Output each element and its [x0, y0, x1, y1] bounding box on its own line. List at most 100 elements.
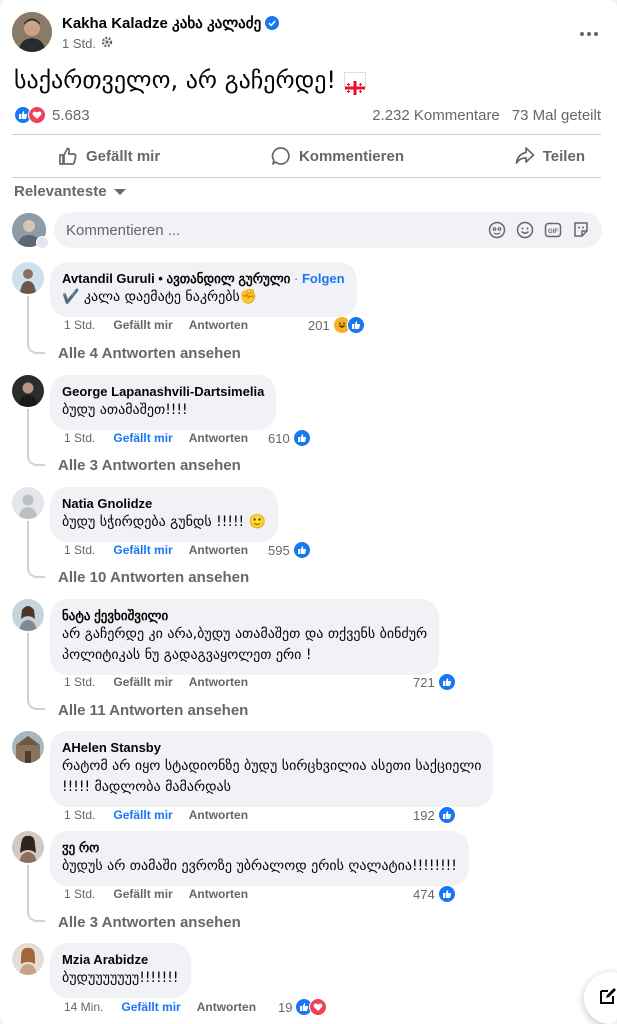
commenter-name-text[interactable]: Avtandil Guruli • ავთანდილ გურული: [62, 271, 290, 286]
comment-reply-button[interactable]: Antworten: [189, 887, 248, 901]
comment-reactions[interactable]: 192: [413, 806, 456, 824]
author-name-text[interactable]: Kakha Kaladze კახა კალაძე: [62, 14, 261, 32]
author-block: Kakha Kaladze კახა კალაძე 1 Std.: [62, 14, 280, 51]
follow-link-label[interactable]: Folgen: [302, 271, 345, 286]
user-avatar[interactable]: [12, 213, 49, 249]
comment-footer: 1 Std. Gefällt mir Antworten: [64, 318, 248, 332]
thread-curve: [27, 454, 45, 466]
comment-reactions[interactable]: 201: [308, 316, 365, 334]
comment-reactions[interactable]: 721: [413, 673, 456, 691]
comment: Mzia Arabidze ბუდუუუუუუუ!!!!!!!: [12, 943, 191, 998]
emoji-icon[interactable]: [516, 221, 534, 239]
comment-like-button[interactable]: Gefällt mir: [113, 318, 172, 332]
comment-input[interactable]: Kommentieren ... GIF: [54, 212, 602, 248]
view-replies-link[interactable]: Alle 4 Antworten ansehen: [58, 345, 241, 362]
comment-reply-button[interactable]: Antworten: [189, 675, 248, 689]
comment-reply-button[interactable]: Antworten: [197, 1000, 256, 1014]
view-replies-link[interactable]: Alle 3 Antworten ansehen: [58, 914, 241, 931]
thread-line: [27, 865, 29, 910]
comment-icon: [271, 147, 290, 165]
comment-time[interactable]: 1 Std.: [64, 431, 95, 445]
avatar-sticker-icon[interactable]: [488, 221, 506, 239]
like-button[interactable]: Gefällt mir: [58, 146, 160, 166]
commenter-name[interactable]: ჳე რო: [62, 839, 457, 856]
thread-line: [27, 633, 29, 698]
comment: George Lapanashvili-Dartsimelia ბუდუ ათა…: [12, 375, 277, 430]
comment-reply-button[interactable]: Antworten: [189, 808, 248, 822]
comment-text: ✔️ კალა დაემატე ნაკრებს✊: [62, 289, 258, 305]
comment-like-button[interactable]: Gefällt mir: [113, 887, 172, 901]
sort-label: Relevanteste: [14, 183, 107, 200]
share-button[interactable]: Teilen: [515, 146, 585, 166]
love-reaction-icon: [309, 998, 328, 1016]
author-avatar[interactable]: [12, 12, 52, 52]
comment-like-button[interactable]: Gefällt mir: [121, 1000, 180, 1014]
comment-like-button[interactable]: Gefällt mir: [113, 808, 172, 822]
sticker-icon[interactable]: [572, 221, 590, 239]
like-reaction-icon: [292, 541, 311, 559]
comment-reply-button[interactable]: Antworten: [189, 543, 248, 557]
share-icon: [515, 147, 535, 164]
comment-reactions[interactable]: 19: [278, 998, 328, 1016]
commenter-name[interactable]: Mzia Arabidze: [62, 951, 179, 968]
comment-reactions[interactable]: 595: [268, 541, 311, 559]
comment-body: Avtandil Guruli • ავთანდილ გურული · Folg…: [50, 262, 357, 317]
compose-button[interactable]: [584, 972, 617, 1024]
comment-reaction-count: 19: [278, 999, 293, 1015]
comment-footer: 1 Std. Gefällt mir Antworten: [64, 808, 248, 822]
commenter-avatar[interactable]: [12, 599, 44, 631]
comment-time[interactable]: 1 Std.: [64, 543, 95, 557]
comment-reactions[interactable]: 610: [268, 429, 311, 447]
comment-footer: 14 Min. Gefällt mir Antworten: [64, 1000, 256, 1014]
comment-time[interactable]: 14 Min.: [64, 1000, 103, 1014]
view-replies-link[interactable]: Alle 3 Antworten ansehen: [58, 457, 241, 474]
gif-icon[interactable]: GIF: [544, 221, 562, 239]
post-time[interactable]: 1 Std.: [62, 36, 96, 51]
commenter-avatar[interactable]: [12, 487, 44, 519]
comment-bubble: Avtandil Guruli • ავთანდილ გურული · Folg…: [50, 262, 357, 317]
comment-button[interactable]: Kommentieren: [271, 146, 404, 166]
commenter-name[interactable]: Avtandil Guruli • ავთანდილ გურული · Folg…: [62, 270, 345, 287]
chevron-down-icon[interactable]: [36, 236, 49, 249]
comment-reactions[interactable]: 474: [413, 885, 456, 903]
comment-reply-button[interactable]: Antworten: [189, 431, 248, 445]
comment-reaction-count: 192: [413, 807, 435, 823]
commenter-avatar[interactable]: [12, 262, 44, 294]
comment-bubble: Mzia Arabidze ბუდუუუუუუუ!!!!!!!: [50, 943, 191, 998]
commenter-name[interactable]: AHelen Stansby: [62, 739, 481, 756]
comment-like-button[interactable]: Gefällt mir: [113, 431, 172, 445]
comment-text-line: !!!!! მადლობა მამარდას: [62, 779, 231, 795]
comment-time[interactable]: 1 Std.: [64, 318, 95, 332]
commenter-avatar[interactable]: [12, 731, 44, 763]
follow-link[interactable]: Folgen: [302, 271, 345, 286]
comment-time[interactable]: 1 Std.: [64, 887, 95, 901]
commenter-name[interactable]: ნატა ქევხიშვილი: [62, 607, 427, 624]
view-replies-link[interactable]: Alle 10 Antworten ansehen: [58, 569, 249, 586]
more-icon[interactable]: [579, 20, 599, 43]
reaction-count[interactable]: 5.683: [52, 107, 90, 124]
commenter-name[interactable]: Natia Gnolidze: [62, 495, 266, 512]
post-meta: 1 Std.: [62, 36, 279, 51]
commenter-avatar[interactable]: [12, 943, 44, 975]
comment-composer: Kommentieren ... GIF: [12, 212, 602, 249]
gear-icon[interactable]: [101, 36, 113, 51]
comment-like-button[interactable]: Gefällt mir: [113, 675, 172, 689]
sort-dropdown[interactable]: Relevanteste: [14, 183, 126, 200]
compose-icon: [600, 988, 616, 1004]
shares-count[interactable]: 73 Mal geteilt: [512, 107, 601, 124]
commenter-avatar[interactable]: [12, 831, 44, 863]
commenter-name[interactable]: George Lapanashvili-Dartsimelia: [62, 383, 264, 400]
reaction-icons[interactable]: [14, 106, 46, 124]
comment-like-button[interactable]: Gefällt mir: [113, 543, 172, 557]
comment-time[interactable]: 1 Std.: [64, 808, 95, 822]
comments-count[interactable]: 2.232 Kommentare: [372, 107, 500, 124]
comment: Avtandil Guruli • ავთანდილ გურული · Folg…: [12, 262, 357, 317]
comment-time[interactable]: 1 Std.: [64, 675, 95, 689]
post-text-content: საქართველო, არ გაჩერდე!: [14, 66, 337, 94]
author-name[interactable]: Kakha Kaladze კახა კალაძე: [62, 14, 280, 32]
commenter-avatar[interactable]: [12, 375, 44, 407]
view-replies-link[interactable]: Alle 11 Antworten ansehen: [58, 702, 248, 719]
comment-reply-button[interactable]: Antworten: [189, 318, 248, 332]
caret-down-icon: [113, 188, 126, 195]
comment-footer: 1 Std. Gefällt mir Antworten: [64, 543, 248, 557]
